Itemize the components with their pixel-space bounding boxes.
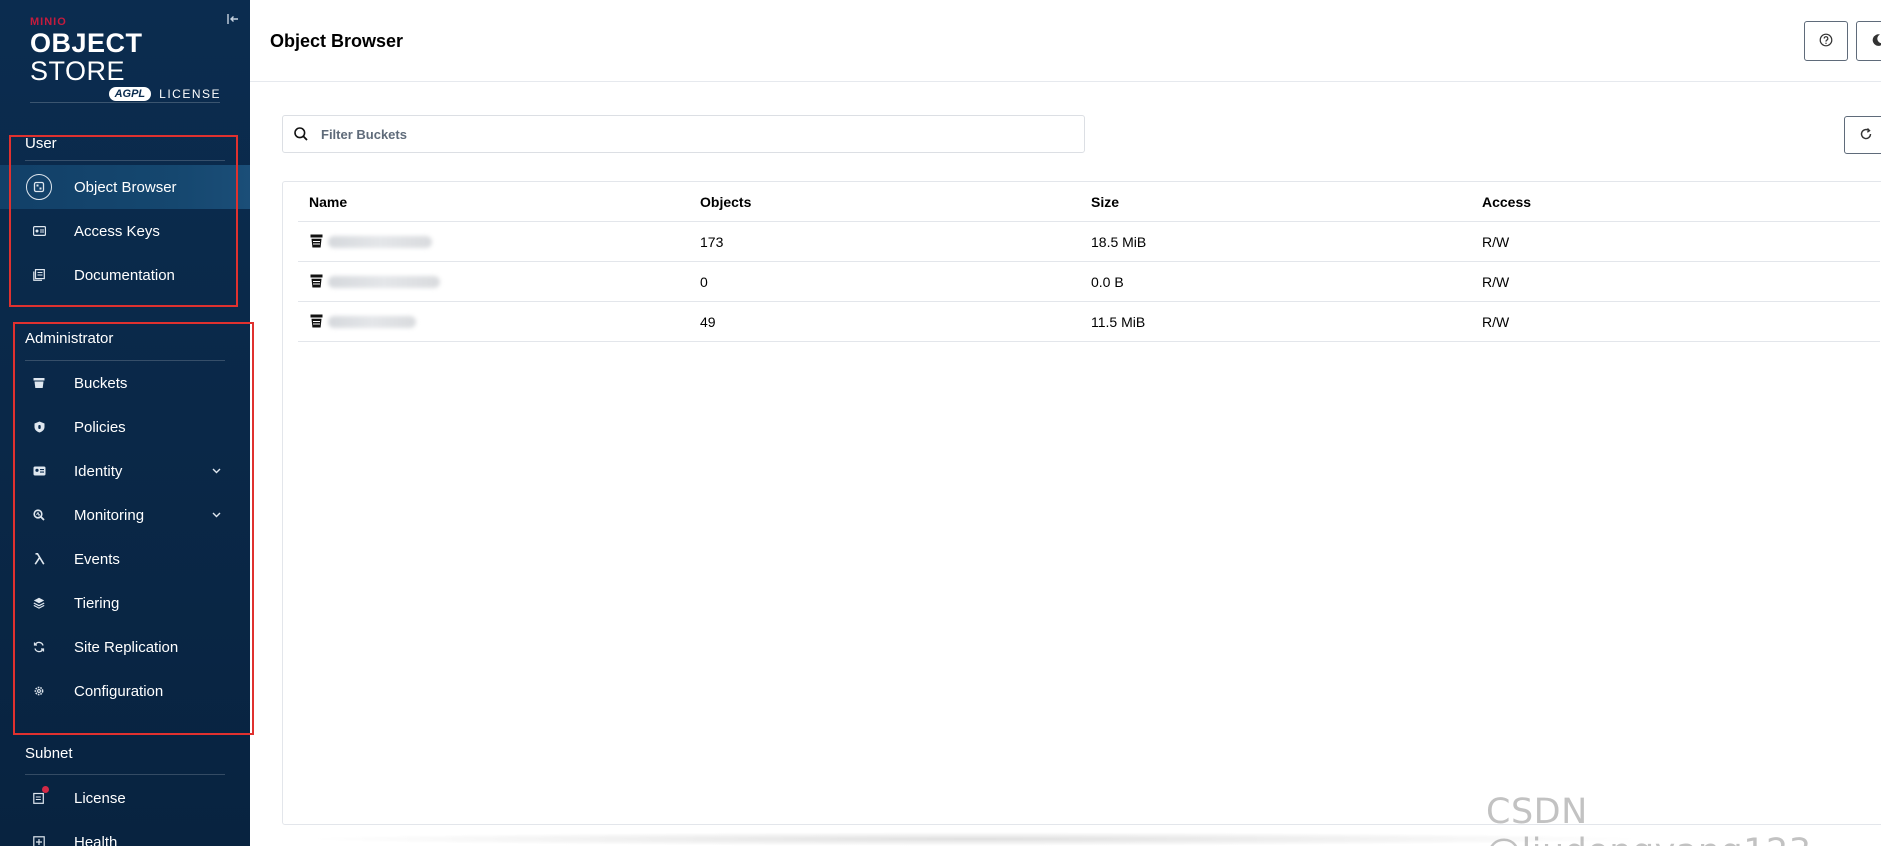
table-divider [298,341,1880,342]
sidebar-item-documentation[interactable]: Documentation [0,253,250,297]
bucket-size: 11.5 MiB [1091,314,1146,330]
sidebar-item-label: Documentation [74,266,175,284]
sidebar-item-label: Site Replication [74,638,179,656]
column-header-name[interactable]: Name [309,194,347,210]
sidebar-item-label: Policies [74,418,126,436]
sidebar-item-label: Events [74,550,120,568]
sidebar-item-label: License [74,789,126,807]
sidebar-item-label: Access Keys [74,222,160,240]
section-title-user: User [25,135,57,152]
sidebar-item-policies[interactable]: Policies [0,405,250,449]
bucket-access: R/W [1482,314,1510,330]
table-divider [298,261,1880,262]
identity-icon [26,458,52,484]
blurred-bucket-name [328,316,416,328]
blurred-bucket-name [328,236,432,248]
logo-divider [30,102,220,103]
section-divider [25,774,225,775]
sidebar-item-health[interactable]: Health [0,820,250,846]
scroll-shadow [300,832,1650,846]
bucket-objects: 173 [700,234,724,250]
logo-license-row: AGPL LICENSE [30,87,230,101]
section-title-administrator: Administrator [25,330,114,347]
section-title-subnet: Subnet [25,745,73,762]
sidebar-item-tiering[interactable]: Tiering [0,581,250,625]
sidebar-item-label: Buckets [74,374,128,392]
main-content: Object Browser Filter Buckets [250,0,1881,846]
logo-product: OBJECT STORE [30,29,230,85]
sidebar-item-configuration[interactable]: Configuration [0,669,250,713]
sidebar-item-object-browser[interactable]: Object Browser [0,165,250,209]
refresh-button[interactable] [1844,116,1881,154]
access-keys-icon [26,218,52,244]
logo-brand: MINIO [30,16,67,28]
sidebar-item-events[interactable]: Events [0,537,250,581]
sidebar-item-label: Tiering [74,594,120,612]
replication-icon [26,634,52,660]
section-divider [25,160,225,161]
sidebar-item-label: Monitoring [74,506,145,524]
moon-icon [1871,33,1881,50]
blurred-bucket-name [328,276,440,288]
logo-license-text: LICENSE [159,87,221,101]
chevron-down-icon[interactable] [211,466,221,476]
sidebar-item-label: Object Browser [74,178,177,196]
buckets-table [282,181,1881,825]
documentation-icon [26,262,52,288]
bucket-icon [310,314,323,328]
tiering-icon [26,590,52,616]
gear-icon [26,678,52,704]
agpl-badge: AGPL [108,87,152,101]
sidebar-item-site-replication[interactable]: Site Replication [0,625,250,669]
filter-placeholder: Filter Buckets [321,126,407,142]
bucket-objects: 49 [700,314,716,330]
column-header-objects[interactable]: Objects [700,194,751,210]
search-icon [293,126,309,142]
bucket-size: 0.0 B [1091,274,1124,290]
refresh-icon [1859,127,1873,144]
column-header-access[interactable]: Access [1482,194,1531,210]
theme-toggle-button[interactable] [1856,21,1881,61]
lambda-icon [26,546,52,572]
license-notification-dot [42,786,49,793]
monitoring-icon [26,502,52,528]
sidebar-item-identity[interactable]: Identity [0,449,250,493]
sidebar-item-buckets[interactable]: Buckets [0,361,250,405]
filter-buckets-input[interactable]: Filter Buckets [282,115,1085,153]
health-icon [26,829,52,846]
sidebar-item-license[interactable]: License [0,776,250,820]
bucket-access: R/W [1482,234,1510,250]
minio-logo[interactable]: MINIO OBJECT STORE AGPL LICENSE [30,16,230,101]
bucket-icon [26,370,52,396]
chevron-down-icon[interactable] [211,510,221,520]
sidebar-item-label: Configuration [74,682,164,700]
sidebar-item-monitoring[interactable]: Monitoring [0,493,250,537]
bucket-access: R/W [1482,274,1510,290]
sidebar: MINIO OBJECT STORE AGPL LICENSE User Obj… [0,0,250,846]
bucket-objects: 0 [700,274,708,290]
watermark: CSDN @liudongyang123 [1486,792,1811,846]
top-bar: Object Browser [250,0,1881,82]
object-browser-icon [26,174,52,200]
help-icon [1819,33,1833,50]
table-divider [298,221,1880,222]
policy-icon [26,414,52,440]
bucket-size: 18.5 MiB [1091,234,1147,250]
bucket-icon [310,274,323,288]
logo-product-bold: OBJECT [30,28,143,58]
sidebar-item-label: Health [74,833,118,846]
table-divider [298,301,1880,302]
bucket-icon [310,234,323,248]
sidebar-item-label: Identity [74,462,123,480]
help-button[interactable] [1804,21,1848,61]
page-title: Object Browser [270,31,404,51]
column-header-size[interactable]: Size [1091,194,1119,210]
logo-product-thin: STORE [30,56,126,86]
collapse-sidebar-icon[interactable] [226,12,240,26]
sidebar-item-access-keys[interactable]: Access Keys [0,209,250,253]
